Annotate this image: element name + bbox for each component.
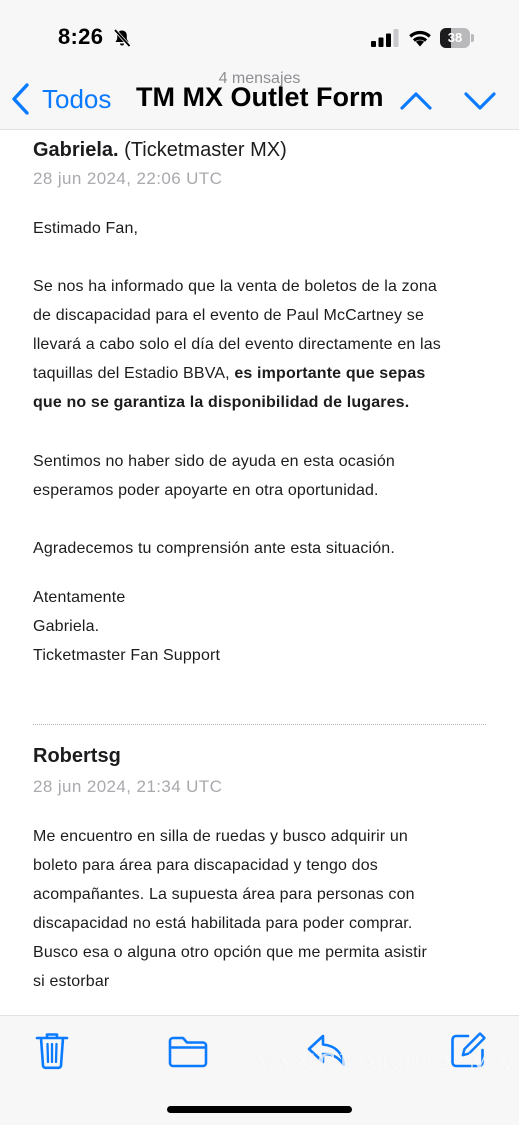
- back-label: Todos: [42, 83, 112, 114]
- previous-message-button[interactable]: [398, 86, 434, 116]
- thread-title: TM MX Outlet Form: [136, 82, 384, 112]
- text-bold: es importante que sepas: [234, 365, 426, 382]
- signature-line: Gabriela.: [33, 618, 100, 635]
- folder-icon[interactable]: [167, 1034, 209, 1068]
- message-thread[interactable]: Gabriela. (Ticketmaster MX) 28 jun 2024,…: [0, 131, 519, 1015]
- bell-slash-icon: [113, 28, 131, 48]
- message-timestamp: 28 jun 2024, 22:06 UTC: [33, 169, 223, 188]
- status-bar: 8:26 38: [0, 0, 519, 70]
- signature: Atentamente Gabriela. Ticketmaster Fan S…: [33, 583, 498, 670]
- text-line: Sentimos no haber sido de ayuda en esta …: [33, 453, 395, 470]
- message-paragraph: Agradecemos tu comprensión ante esta sit…: [33, 540, 395, 557]
- battery-tip: [471, 34, 474, 42]
- text-line: Se nos ha informado que la venta de bole…: [33, 278, 437, 295]
- back-button[interactable]: Todos: [10, 80, 111, 118]
- text-line: discapacidad no está habilitada para pod…: [33, 915, 413, 932]
- message-sender: Gabriela. (Ticketmaster MX): [33, 139, 287, 162]
- text-line: Busco esa o alguna otro opción que me pe…: [33, 944, 427, 961]
- signature-line: Ticketmaster Fan Support: [33, 647, 221, 664]
- text-line: si estorbar: [33, 973, 110, 990]
- text-line: llevará a cabo solo el día del evento di…: [33, 336, 441, 353]
- text-line: de discapacidad para el evento de Paul M…: [33, 307, 424, 324]
- home-indicator[interactable]: [167, 1106, 352, 1113]
- trash-icon[interactable]: [34, 1030, 70, 1070]
- chevron-left-icon: [12, 83, 29, 115]
- battery-level: 38: [447, 30, 463, 45]
- text-normal: taquillas del Estadio BBVA,: [33, 365, 235, 382]
- message-paragraph: Me encuentro en silla de ruedas y busco …: [33, 822, 498, 996]
- next-message-button[interactable]: [462, 86, 498, 116]
- wifi-icon: [409, 30, 431, 47]
- text-line: Me encuentro en silla de ruedas y busco …: [33, 828, 408, 845]
- watermark: VANGUARDIA MX: [256, 1050, 516, 1076]
- message-sender: Robertsg: [33, 745, 121, 768]
- message-paragraph: Sentimos no haber sido de ayuda en esta …: [33, 447, 498, 505]
- text-line: taquillas del Estadio BBVA, es important…: [33, 359, 498, 388]
- text-line: boleto para área para discapacidad y ten…: [33, 857, 378, 874]
- text-line-bold: que no se garantiza la disponibilidad de…: [33, 394, 410, 411]
- cellular-signal-icon: [371, 29, 399, 47]
- navigation-bar: 4 mensajes Todos TM MX Outlet Form: [0, 70, 519, 130]
- status-time: 8:26: [58, 24, 104, 49]
- message-timestamp: 28 jun 2024, 21:34 UTC: [33, 777, 223, 796]
- text-line: esperamos poder apoyarte en otra oportun…: [33, 482, 379, 499]
- text-line: acompañantes. La supuesta área para pers…: [33, 886, 415, 903]
- message-paragraph: Se nos ha informado que la venta de bole…: [33, 272, 498, 417]
- signature-line: Atentamente: [33, 589, 126, 606]
- sender-name: Robertsg: [33, 745, 121, 767]
- battery-icon: 38: [440, 28, 474, 48]
- sender-name: Gabriela.: [33, 139, 119, 161]
- battery-body: 38: [440, 28, 470, 48]
- greeting: Estimado Fan,: [33, 220, 139, 237]
- message-divider: [33, 724, 486, 725]
- sender-organization: (Ticketmaster MX): [118, 139, 287, 161]
